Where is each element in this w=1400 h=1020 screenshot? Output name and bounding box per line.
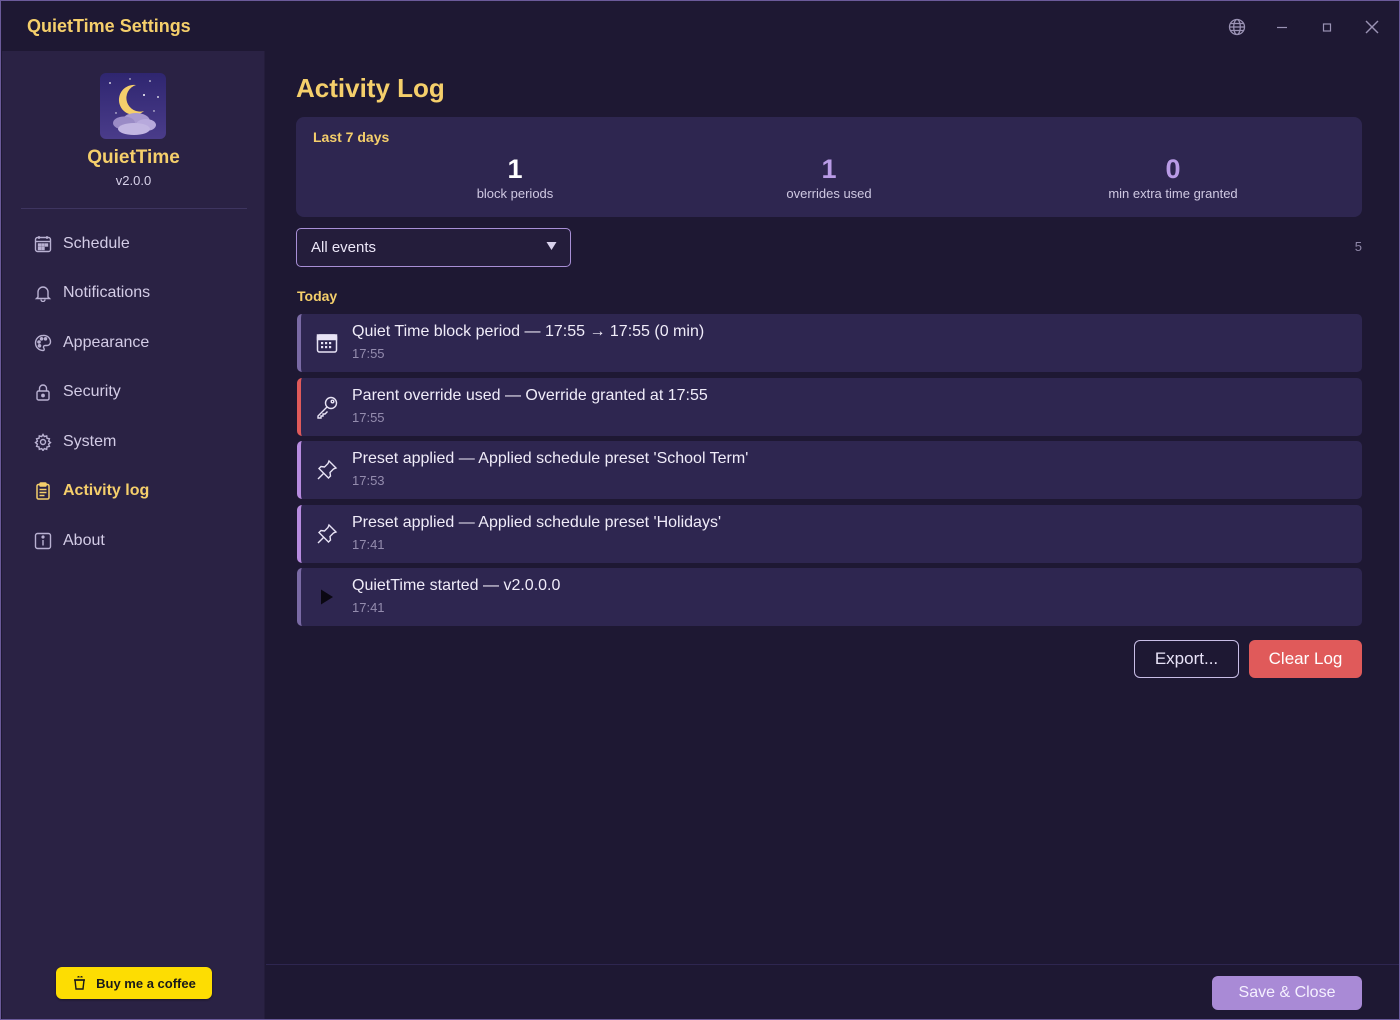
brand-version: v2.0.0 <box>115 173 152 188</box>
coffee-label: Buy me a coffee <box>96 975 196 991</box>
key-icon <box>314 394 340 420</box>
brand-name: QuietTime <box>87 147 180 168</box>
info-icon <box>33 531 53 551</box>
event-count: 5 <box>1354 239 1362 254</box>
lock-icon <box>33 382 53 402</box>
sidebar-item-label: Security <box>63 383 121 401</box>
buy-me-a-coffee-button[interactable]: Buy me a coffee <box>56 967 212 999</box>
event-filter-value: All events <box>311 239 377 256</box>
gear-icon <box>33 432 53 452</box>
export-button[interactable]: Export... <box>1134 640 1239 678</box>
sidebar: QuietTime v2.0.0 Schedule Notifications <box>2 51 265 1019</box>
stat-block-periods: 1 block periods <box>365 153 665 201</box>
sidebar-item-label: System <box>63 432 117 450</box>
sidebar-item-label: Appearance <box>63 333 150 351</box>
log-entry-text: Quiet Time block period — 17:55 → 17:55 … <box>352 323 705 340</box>
minimize-button[interactable] <box>1267 13 1297 41</box>
log-entry-time: 17:55 <box>352 346 385 361</box>
stat-value: 1 <box>507 154 523 184</box>
clipboard-icon <box>33 481 53 501</box>
event-filter-dropdown[interactable]: All events <box>296 228 571 267</box>
bell-icon <box>33 283 53 303</box>
play-icon <box>314 584 340 610</box>
log-entry[interactable]: Preset applied — Applied schedule preset… <box>297 441 1362 499</box>
sidebar-item-system[interactable]: System <box>21 417 247 467</box>
log-list: Quiet Time block period — 17:55 → 17:55 … <box>297 314 1362 632</box>
log-entry[interactable]: Parent override used — Override granted … <box>297 377 1362 436</box>
footer-bar: Save & Close <box>266 964 1399 1019</box>
log-entry-time: 17:55 <box>352 409 385 425</box>
log-entry-time: 17:41 <box>352 536 385 552</box>
sidebar-item-label: Schedule <box>63 234 130 252</box>
sidebar-item-security[interactable]: Security <box>21 368 247 418</box>
main-content: Activity Log Last 7 days 1 block periods… <box>266 51 1399 964</box>
chevron-down-icon <box>546 240 557 254</box>
sidebar-nav: Schedule Notifications Appearance Securi… <box>21 219 247 566</box>
sidebar-item-label: Notifications <box>63 284 151 302</box>
log-entry-time: 17:53 <box>352 473 385 488</box>
summary-panel: Last 7 days 1 block periods 1 overrides … <box>296 117 1362 217</box>
sidebar-item-label: Activity log <box>63 482 150 500</box>
stat-caption: min extra time granted <box>1108 186 1238 201</box>
app-logo <box>100 73 166 139</box>
title-bar: QuietTime Settings <box>1 1 1399 51</box>
log-entry-text: Preset applied — Applied schedule preset… <box>352 513 721 531</box>
app-window: QuietTime Settings QuietTime v2.0.0 Sche… <box>0 0 1400 1020</box>
pin-icon <box>314 457 340 483</box>
sidebar-item-activity-log[interactable]: Activity log <box>21 467 247 517</box>
language-globe-icon[interactable] <box>1222 13 1252 41</box>
log-entry-text: Parent override used — Override granted … <box>352 386 708 404</box>
stat-value: 1 <box>821 154 837 184</box>
log-entry-time: 17:41 <box>352 600 385 615</box>
window-title: QuietTime Settings <box>27 16 191 36</box>
clear-log-button[interactable]: Clear Log <box>1249 640 1362 678</box>
palette-icon <box>33 333 53 353</box>
sidebar-item-label: About <box>63 531 105 549</box>
log-entry[interactable]: Quiet Time block period — 17:55 → 17:55 … <box>297 314 1362 372</box>
save-and-close-button[interactable]: Save & Close <box>1212 976 1362 1010</box>
calendar-icon <box>314 330 340 356</box>
sidebar-item-about[interactable]: About <box>21 516 247 566</box>
log-entry-text: Preset applied — Applied schedule preset… <box>352 450 749 467</box>
log-entry[interactable]: Preset applied — Applied schedule preset… <box>297 504 1362 563</box>
sidebar-item-schedule[interactable]: Schedule <box>21 219 247 269</box>
stat-value: 0 <box>1165 154 1181 184</box>
log-entry[interactable]: QuietTime started — v2.0.0.0 17:41 <box>297 568 1362 626</box>
sidebar-divider <box>21 208 247 209</box>
coffee-cup-icon <box>72 975 88 991</box>
summary-period-label: Last 7 days <box>313 129 390 145</box>
maximize-button[interactable] <box>1312 13 1342 41</box>
day-group-header: Today <box>297 288 338 304</box>
calendar-icon <box>33 234 53 254</box>
pin-icon <box>314 521 340 547</box>
stat-caption: block periods <box>476 186 554 201</box>
page-title: Activity Log <box>296 73 445 103</box>
stat-overrides-used: 1 overrides used <box>679 153 979 201</box>
stat-extra-time: 0 min extra time granted <box>1023 153 1323 201</box>
stat-caption: overrides used <box>786 186 872 201</box>
sidebar-item-notifications[interactable]: Notifications <box>21 269 247 319</box>
log-entry-text: QuietTime started — v2.0.0.0 <box>352 577 561 594</box>
close-button[interactable] <box>1357 13 1387 41</box>
sidebar-item-appearance[interactable]: Appearance <box>21 318 247 368</box>
